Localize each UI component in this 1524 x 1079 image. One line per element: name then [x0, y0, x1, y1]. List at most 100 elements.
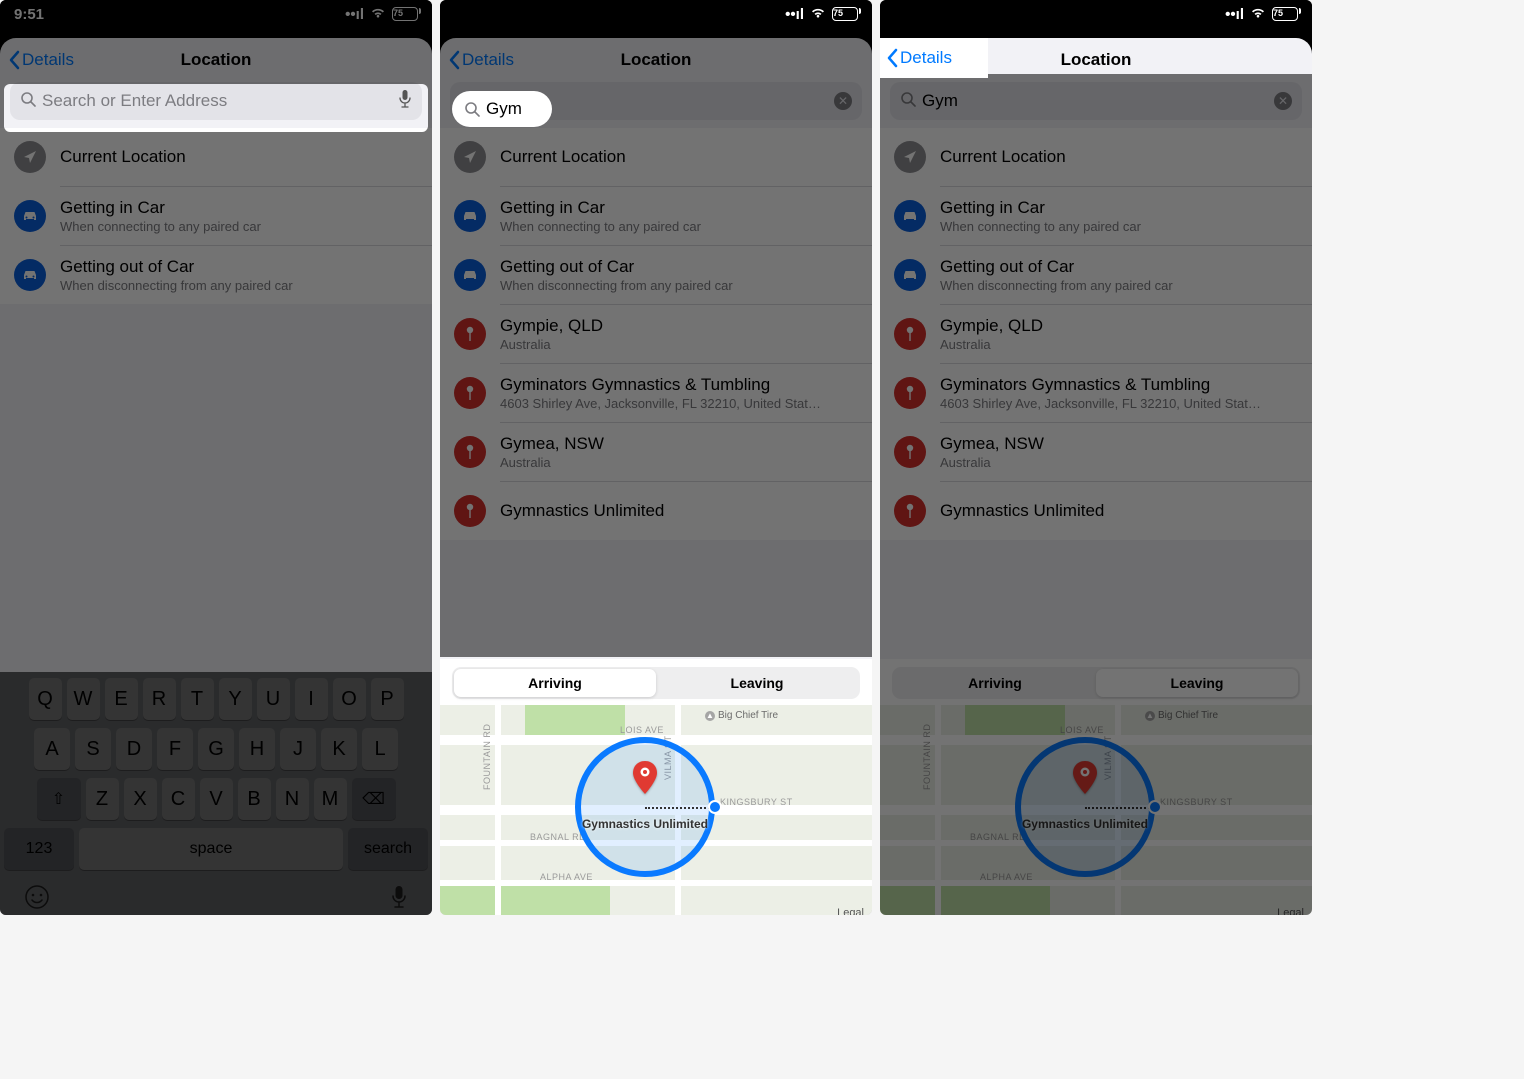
chevron-left-icon — [8, 50, 20, 70]
segment-leaving[interactable]: Leaving — [656, 669, 858, 697]
page-title: Location — [181, 50, 252, 70]
row-title: Getting out of Car — [500, 257, 733, 277]
geofence-handle[interactable] — [708, 800, 722, 814]
key-d[interactable]: D — [116, 728, 152, 770]
key-v[interactable]: V — [200, 778, 233, 820]
result-title: Gympie, QLD — [500, 316, 603, 336]
keyboard-row-1: QWERTYUIOP — [4, 678, 428, 720]
keyboard-row-3-letters: ZXCVBNM — [86, 778, 347, 820]
key-h[interactable]: H — [239, 728, 275, 770]
back-label: Details — [22, 50, 74, 70]
key-l[interactable]: L — [362, 728, 398, 770]
result-sub: Australia — [940, 455, 1044, 470]
map-legal-link[interactable]: Legal — [837, 907, 864, 915]
row-getting-in-car[interactable]: Getting in CarWhen connecting to any pai… — [440, 187, 872, 245]
clear-icon[interactable]: ✕ — [834, 92, 852, 110]
segmented-arrive-leave[interactable]: Arriving Leaving — [892, 667, 1300, 699]
battery-icon: 75 — [832, 7, 858, 21]
key-e[interactable]: E — [105, 678, 138, 720]
map-preview[interactable]: LOIS AVE KINGSBURY ST BAGNAL RD ALPHA AV… — [440, 705, 872, 915]
key-g[interactable]: G — [198, 728, 234, 770]
search-result[interactable]: Gymea, NSWAustralia — [880, 423, 1312, 481]
battery-icon: 75 — [1272, 7, 1298, 21]
back-button[interactable]: Details — [448, 50, 514, 70]
key-c[interactable]: C — [162, 778, 195, 820]
key-q[interactable]: Q — [29, 678, 62, 720]
search-key[interactable]: search — [348, 828, 428, 870]
map-preview[interactable]: LOIS AVE KINGSBURY ST BAGNAL RD ALPHA AV… — [880, 705, 1312, 915]
row-title: Getting out of Car — [60, 257, 293, 277]
search-result[interactable]: Gympie, QLDAustralia — [440, 305, 872, 363]
mic-icon[interactable] — [390, 884, 408, 915]
key-f[interactable]: F — [157, 728, 193, 770]
row-current-location[interactable]: Current Location — [0, 128, 432, 186]
search-result[interactable]: Gympie, QLDAustralia — [880, 305, 1312, 363]
search-result[interactable]: Gymea, NSWAustralia — [440, 423, 872, 481]
key-a[interactable]: A — [34, 728, 70, 770]
key-b[interactable]: B — [238, 778, 271, 820]
key-k[interactable]: K — [321, 728, 357, 770]
page-title: Location — [621, 50, 692, 70]
key-m[interactable]: M — [314, 778, 347, 820]
map-pin-icon — [454, 436, 486, 468]
row-getting-in-car[interactable]: Getting in Car When connecting to any pa… — [0, 187, 432, 245]
key-j[interactable]: J — [280, 728, 316, 770]
search-icon — [900, 91, 916, 112]
key-p[interactable]: P — [371, 678, 404, 720]
keyboard[interactable]: QWERTYUIOP ASDFGHJKL ⇧ ZXCVBNM ⌫ 123 spa… — [0, 672, 432, 915]
key-w[interactable]: W — [67, 678, 100, 720]
search-result[interactable]: Gyminators Gymnastics & Tumbling4603 Shi… — [880, 364, 1312, 422]
key-r[interactable]: R — [143, 678, 176, 720]
key-i[interactable]: I — [295, 678, 328, 720]
status-time: 9:51 — [14, 6, 44, 23]
map-pin-icon — [894, 318, 926, 350]
numeric-key[interactable]: 123 — [4, 828, 74, 870]
key-u[interactable]: U — [257, 678, 290, 720]
row-getting-out-car[interactable]: Getting out of CarWhen disconnecting fro… — [880, 246, 1312, 304]
keyboard-row-3: ⇧ ZXCVBNM ⌫ — [4, 778, 428, 820]
key-z[interactable]: Z — [86, 778, 119, 820]
keyboard-row-2: ASDFGHJKL — [4, 728, 428, 770]
row-getting-in-car[interactable]: Getting in CarWhen connecting to any pai… — [880, 187, 1312, 245]
result-title: Gymnastics Unlimited — [940, 501, 1104, 521]
row-sub: When disconnecting from any paired car — [940, 278, 1173, 293]
segmented-arrive-leave[interactable]: Arriving Leaving — [452, 667, 860, 699]
clear-icon[interactable]: ✕ — [1274, 92, 1292, 110]
search-result[interactable]: Gyminators Gymnastics & Tumbling4603 Shi… — [440, 364, 872, 422]
wifi-icon — [1250, 6, 1266, 23]
key-n[interactable]: N — [276, 778, 309, 820]
segment-arriving[interactable]: Arriving — [894, 669, 1096, 697]
key-t[interactable]: T — [181, 678, 214, 720]
row-sub: When connecting to any paired car — [940, 219, 1141, 234]
back-button[interactable]: Details — [8, 50, 74, 70]
key-o[interactable]: O — [333, 678, 366, 720]
key-s[interactable]: S — [75, 728, 111, 770]
emoji-icon[interactable] — [24, 884, 50, 915]
battery-icon: 75 — [392, 7, 418, 21]
segment-arriving[interactable]: Arriving — [454, 669, 656, 697]
key-y[interactable]: Y — [219, 678, 252, 720]
row-current-location[interactable]: Current Location — [440, 128, 872, 186]
segment-leaving[interactable]: Leaving — [1096, 669, 1298, 697]
row-getting-out-car[interactable]: Getting out of CarWhen disconnecting fro… — [440, 246, 872, 304]
back-label: Details — [462, 50, 514, 70]
panel-1: 9:51 ••ıl 75 Details Location — [0, 0, 432, 915]
highlight-search — [4, 84, 428, 132]
map-pin-icon — [1072, 761, 1098, 800]
backspace-key[interactable]: ⌫ — [352, 778, 396, 820]
search-result[interactable]: Gymnastics Unlimited — [440, 482, 872, 540]
search-input[interactable] — [922, 91, 1268, 111]
row-current-location[interactable]: Current Location — [880, 128, 1312, 186]
row-title: Getting in Car — [500, 198, 701, 218]
space-key[interactable]: space — [79, 828, 343, 870]
row-getting-out-car[interactable]: Getting out of Car When disconnecting fr… — [0, 246, 432, 304]
shift-key[interactable]: ⇧ — [37, 778, 81, 820]
geofence-handle[interactable] — [1148, 800, 1162, 814]
screen-content: Details Location Current Location — [0, 38, 432, 915]
search-field[interactable]: ✕ — [890, 82, 1302, 120]
status-bar: 9:51 ••ıl 75 — [0, 0, 432, 28]
cell-icon: ••ıl — [345, 6, 364, 23]
key-x[interactable]: X — [124, 778, 157, 820]
map-legal-link[interactable]: Legal — [1277, 907, 1304, 915]
search-result[interactable]: Gymnastics Unlimited — [880, 482, 1312, 540]
